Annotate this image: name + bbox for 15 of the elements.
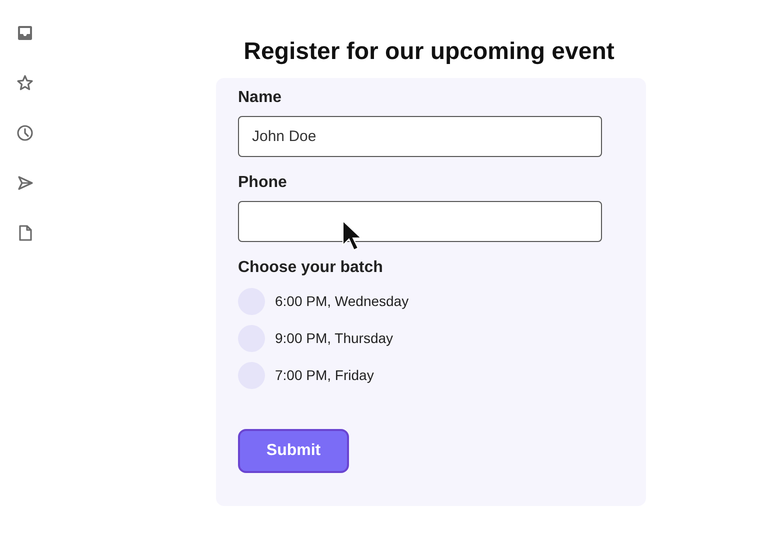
field-label: Name — [238, 88, 283, 108]
batch-label: Choose your batch — [238, 258, 384, 278]
send-icon[interactable] — [16, 174, 34, 192]
clock-icon[interactable] — [16, 124, 34, 142]
form-title: Register for our upcoming event — [242, 37, 616, 67]
submit-button[interactable]: Submit — [238, 429, 349, 473]
input-field[interactable]: John Doe — [238, 116, 602, 157]
file-icon[interactable] — [16, 224, 34, 242]
option-label[interactable]: 6:00 PM, Wednesday — [275, 291, 409, 312]
option-label[interactable]: 9:00 PM, Thursday — [275, 328, 394, 349]
star-icon[interactable] — [16, 74, 34, 92]
inbox-icon[interactable] — [16, 24, 34, 42]
field-label: Phone — [238, 173, 288, 193]
input-field[interactable] — [238, 201, 602, 242]
option-label[interactable]: 7:00 PM, Friday — [275, 365, 374, 386]
